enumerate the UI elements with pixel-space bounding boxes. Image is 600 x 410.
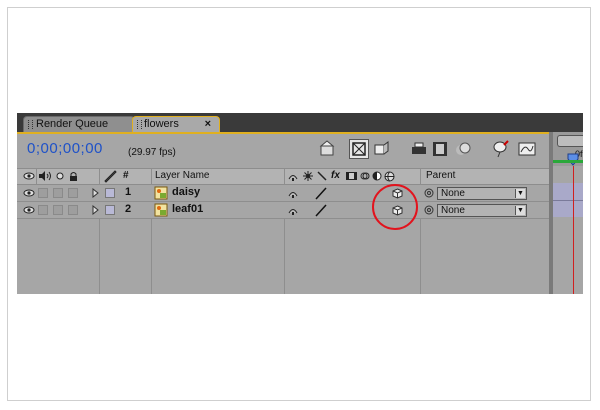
solo-toggle[interactable]	[53, 205, 63, 215]
timeline-panel: Render Queue flowers × 0;00;00;00 (29.97…	[17, 113, 583, 294]
parent-dropdown[interactable]: None ▼	[437, 204, 527, 217]
playhead-line	[573, 166, 574, 294]
lock-toggle[interactable]	[68, 205, 78, 215]
parent-value: None	[441, 188, 465, 199]
header-divider	[17, 168, 37, 185]
work-area-bar[interactable]	[557, 135, 583, 147]
draft-3d-button[interactable]	[349, 139, 369, 159]
tab-label: Render Queue	[36, 118, 109, 130]
quality-switch-icon[interactable]	[314, 204, 328, 220]
motion-blur-icon[interactable]	[360, 171, 370, 186]
tab-render-queue[interactable]: Render Queue	[23, 116, 135, 132]
tab-grip-icon	[137, 120, 142, 129]
frame-blending-icon[interactable]	[409, 139, 429, 159]
lock-toggle[interactable]	[68, 188, 78, 198]
annotation-circle	[372, 184, 418, 230]
frame-blend-icon[interactable]	[346, 171, 357, 186]
time-ruler[interactable]: 0f	[553, 132, 583, 166]
audio-icon[interactable]	[38, 171, 52, 186]
motion-blur-toggle-icon[interactable]	[453, 139, 473, 159]
shy-icon[interactable]	[288, 206, 298, 222]
eye-icon[interactable]	[23, 205, 35, 221]
quality-icon[interactable]	[317, 171, 327, 186]
timeline-area[interactable]: 0f	[549, 132, 583, 294]
chevron-down-icon: ▼	[515, 206, 525, 215]
layer-row[interactable]: 1 daisy None ▼	[17, 185, 553, 202]
solo-toggle[interactable]	[53, 188, 63, 198]
tab-grip-icon	[28, 120, 33, 129]
fx-icon[interactable]: fx	[331, 170, 340, 185]
footage-icon	[154, 203, 168, 219]
tab-flowers[interactable]: flowers ×	[132, 116, 220, 132]
number-column-header[interactable]: #	[123, 170, 129, 185]
row-divider	[553, 200, 583, 201]
collapse-icon[interactable]	[303, 171, 313, 186]
layer-name[interactable]: daisy	[172, 186, 200, 198]
footage-icon	[154, 186, 168, 202]
current-time-display[interactable]: 0;00;00;00	[27, 140, 103, 157]
panel-splitter[interactable]	[549, 132, 553, 294]
label-color-swatch[interactable]	[105, 188, 115, 198]
layer-column-header: # Layer Name fx Parent	[17, 168, 553, 185]
layer-number: 1	[125, 186, 132, 198]
film-strip-icon[interactable]	[430, 139, 450, 159]
layer-number: 2	[125, 203, 132, 215]
audio-toggle[interactable]	[38, 188, 48, 198]
close-tab-button[interactable]: ×	[205, 117, 211, 132]
comp-flowchart-icon[interactable]	[372, 139, 392, 159]
parent-pickwhip-icon[interactable]	[424, 205, 434, 221]
audio-toggle[interactable]	[38, 205, 48, 215]
parent-value: None	[441, 205, 465, 216]
parent-column-header[interactable]: Parent	[426, 170, 455, 185]
label-icon[interactable]	[103, 170, 117, 185]
brainstorm-icon[interactable]	[491, 139, 511, 159]
tab-bar: Render Queue flowers ×	[17, 113, 583, 132]
layer-name[interactable]: leaf01	[172, 203, 203, 215]
frame-rate-label: (29.97 fps)	[128, 147, 176, 158]
work-area-range	[553, 160, 583, 163]
label-color-swatch[interactable]	[105, 205, 115, 215]
chevron-down-icon: ▼	[515, 189, 525, 198]
live-update-icon[interactable]	[317, 139, 337, 159]
quality-switch-icon[interactable]	[314, 187, 328, 203]
adjustment-icon[interactable]	[372, 171, 382, 186]
layer-name-column-header[interactable]: Layer Name	[155, 170, 209, 185]
graph-editor-icon[interactable]	[517, 139, 537, 159]
parent-dropdown[interactable]: None ▼	[437, 187, 527, 200]
expand-triangle-icon[interactable]	[92, 204, 99, 221]
timeline-body: 0;00;00;00 (29.97 fps) # Layer Name fx P…	[17, 132, 583, 294]
layer-row[interactable]: 2 leaf01 None ▼	[17, 202, 553, 219]
lock-icon[interactable]	[69, 171, 78, 186]
tab-label: flowers	[144, 118, 179, 130]
